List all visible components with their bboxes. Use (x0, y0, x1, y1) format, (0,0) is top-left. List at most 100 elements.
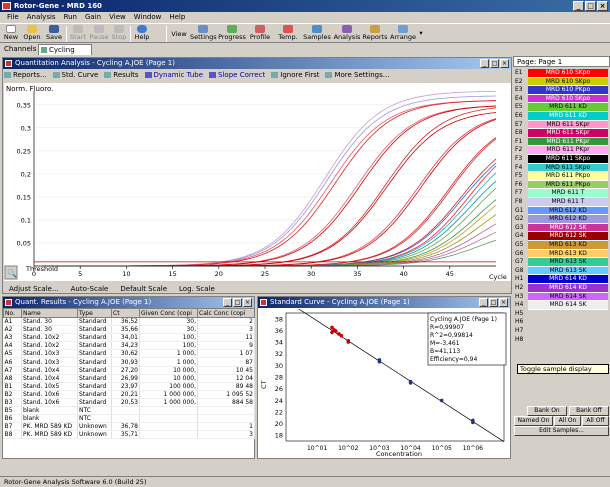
sample-item[interactable]: E4 MRD 610 SKpo (513, 94, 610, 104)
new-button[interactable]: New (2, 25, 20, 44)
table-row[interactable]: B8 PK. MRD 589 KD Unknown 35,71 3 (3, 430, 255, 440)
stdcurve-minimize-button[interactable]: _ (479, 298, 488, 307)
standard-curve-chart[interactable]: 182022242628303234363810^01 10^02 10^03 10^… (258, 309, 510, 459)
save-button[interactable]: Save (44, 25, 64, 44)
stop-button[interactable]: Stop (110, 25, 128, 44)
table-row[interactable]: B5 blank NTC (3, 406, 255, 416)
menu-window[interactable]: Window (130, 12, 166, 23)
std-curve-button[interactable]: Std. Curve (52, 69, 102, 81)
amplification-curve[interactable] (43, 95, 497, 267)
sample-item[interactable]: F8 MRD 611 T (513, 198, 610, 207)
sample-item[interactable]: G2 MRD 612 KD (513, 215, 610, 224)
table-row[interactable]: A4 Stand. 10x2 Standard 34,23 100, 9 (3, 341, 255, 351)
column-header[interactable]: Type (77, 308, 112, 318)
table-row[interactable]: B3 Stand. 10x6 Standard 20,53 1 000 000, 884 … (3, 398, 255, 408)
settings-button[interactable]: Settings (190, 25, 217, 44)
sample-item[interactable]: F5 MRD 611 PKpo (513, 172, 610, 181)
amplification-chart[interactable]: Norm. Fluoro. 0,050,10,150,20,250,30,350… (4, 83, 511, 281)
standard-point[interactable] (377, 358, 382, 362)
more-settings-button[interactable]: More Settings... (324, 69, 392, 81)
standard-point[interactable] (408, 381, 413, 385)
table-row[interactable]: B7 PK. MRD 589 KD Unknown 36,78 1 (3, 422, 255, 432)
sample-item[interactable]: G3 MRD 612 SK (513, 223, 610, 233)
results-close-button[interactable]: × (243, 298, 252, 307)
amplification-curve[interactable] (43, 172, 497, 267)
menu-analysis[interactable]: Analysis (23, 12, 60, 23)
table-row[interactable]: B1 Stand. 10x5 Standard 23,97 100 000, 89 48 (3, 382, 255, 391)
maximize-button[interactable]: □ (585, 1, 596, 11)
sample-item[interactable]: F4 MRD 611 SKpo (513, 163, 610, 173)
progress-button[interactable]: Progress (218, 25, 246, 44)
menu-file[interactable]: File (3, 12, 23, 23)
bank-off-button[interactable]: Bank Off (569, 406, 609, 416)
sample-item[interactable]: E2 MRD 610 SKpo (513, 77, 610, 87)
sample-item[interactable]: E3 MRD 610 PKpo (513, 86, 610, 95)
results-minimize-button[interactable]: _ (223, 298, 232, 307)
table-row[interactable]: A2 Stand. 30 Standard 35,66 30, 3 (3, 325, 255, 335)
sample-item-empty[interactable]: H5 (513, 310, 610, 319)
sample-item[interactable]: G1 MRD 612 KD (513, 206, 610, 216)
start-button[interactable]: Start (68, 25, 88, 44)
table-row[interactable]: A1 Stand. 30 Standard 36,52 30, 2 (3, 317, 255, 327)
sample-item[interactable]: G8 MRD 613 SK (513, 266, 610, 276)
sample-item[interactable]: G4 MRD 612 SK (513, 232, 610, 241)
open-button[interactable]: Open (22, 25, 42, 44)
bank-on-button[interactable]: Bank On (527, 406, 567, 416)
amplification-curve[interactable] (43, 100, 497, 267)
menu-help[interactable]: Help (165, 12, 189, 23)
column-header[interactable]: Calc Conc (copi (197, 308, 255, 318)
profile-button[interactable]: Profile (248, 25, 272, 44)
amplification-curve[interactable] (43, 119, 497, 267)
panel-maximize-button[interactable]: □ (490, 59, 499, 68)
sample-item-empty[interactable]: H7 (513, 327, 610, 336)
column-header[interactable]: Name (21, 308, 78, 318)
sample-item[interactable]: H3 MRD 614 SK (513, 292, 610, 302)
column-header[interactable]: No. (3, 308, 22, 318)
standard-point[interactable] (471, 418, 475, 423)
analysis-button[interactable]: Analysis (333, 25, 361, 44)
standard-point[interactable] (439, 398, 444, 403)
table-row[interactable]: B6 blank NTC (3, 414, 255, 424)
sample-item-empty[interactable]: H6 (513, 318, 610, 327)
all-on-button[interactable]: All On (554, 416, 581, 426)
sample-item[interactable]: G6 MRD 613 KD (513, 249, 610, 259)
help-button[interactable]: Help (133, 25, 151, 44)
samples-button[interactable]: Samples (303, 25, 331, 44)
arrange-dropdown-icon[interactable]: ▾ (418, 25, 424, 44)
results-button[interactable]: Results (103, 69, 141, 81)
edit-samples-button[interactable]: Edit Samples... (514, 426, 609, 436)
sample-item[interactable]: H4 MRD 614 SK (513, 301, 610, 310)
panel-minimize-button[interactable]: _ (480, 59, 489, 68)
amplification-curve[interactable] (43, 138, 497, 267)
sample-item[interactable]: G5 MRD 613 KD (513, 241, 610, 250)
amplification-curve[interactable] (43, 118, 497, 267)
amplification-curve[interactable] (43, 100, 496, 267)
sample-item[interactable]: F2 MRD 611 PKpr (513, 146, 610, 155)
amplification-curve[interactable] (43, 162, 497, 267)
standard-point[interactable] (332, 328, 336, 332)
sample-item[interactable]: G7 MRD 613 SK (513, 258, 610, 267)
results-maximize-button[interactable]: □ (233, 298, 242, 307)
arrange-button[interactable]: Arrange (389, 25, 417, 44)
table-row[interactable]: A8 Stand. 10x4 Standard 26,99 10 000, 12 04 (3, 374, 255, 383)
reports-tool-button[interactable]: Reports... (3, 69, 50, 81)
sample-item[interactable]: H1 MRD 614 KD (513, 275, 610, 284)
dynamic-tube-toggle[interactable]: Dynamic Tube (144, 69, 207, 81)
reports-button[interactable]: Reports (362, 25, 388, 44)
ignore-first-toggle[interactable]: Ignore First (270, 69, 322, 81)
adjust-scale-button[interactable]: Adjust Scale... (3, 284, 65, 294)
table-row[interactable]: B2 Stand. 10x6 Standard 20,21 1 000 000, 1 09… (3, 390, 255, 399)
stdcurve-close-button[interactable]: × (499, 298, 508, 307)
sample-item[interactable]: E1 MRD 610 SKpo (513, 69, 610, 78)
default-scale-button[interactable]: Default Scale (114, 284, 173, 294)
panel-close-button[interactable]: × (500, 59, 509, 68)
table-row[interactable]: A3 Stand. 10x2 Standard 34,01 100, 11 (3, 333, 255, 343)
pause-button[interactable]: Pause (89, 25, 109, 44)
slope-correct-toggle[interactable]: Slope Correct (208, 69, 268, 81)
sample-item[interactable]: H2 MRD 614 KD (513, 284, 610, 293)
sample-item-empty[interactable]: H8 (513, 336, 610, 345)
column-header[interactable]: Ct (111, 308, 140, 318)
named-on-button[interactable]: Named On (514, 416, 553, 426)
table-row[interactable]: A5 Stand. 10x3 Standard 30,62 1 000, 1 07 (3, 349, 255, 359)
sample-item[interactable]: E8 MRD 611 SKpr (513, 129, 610, 138)
